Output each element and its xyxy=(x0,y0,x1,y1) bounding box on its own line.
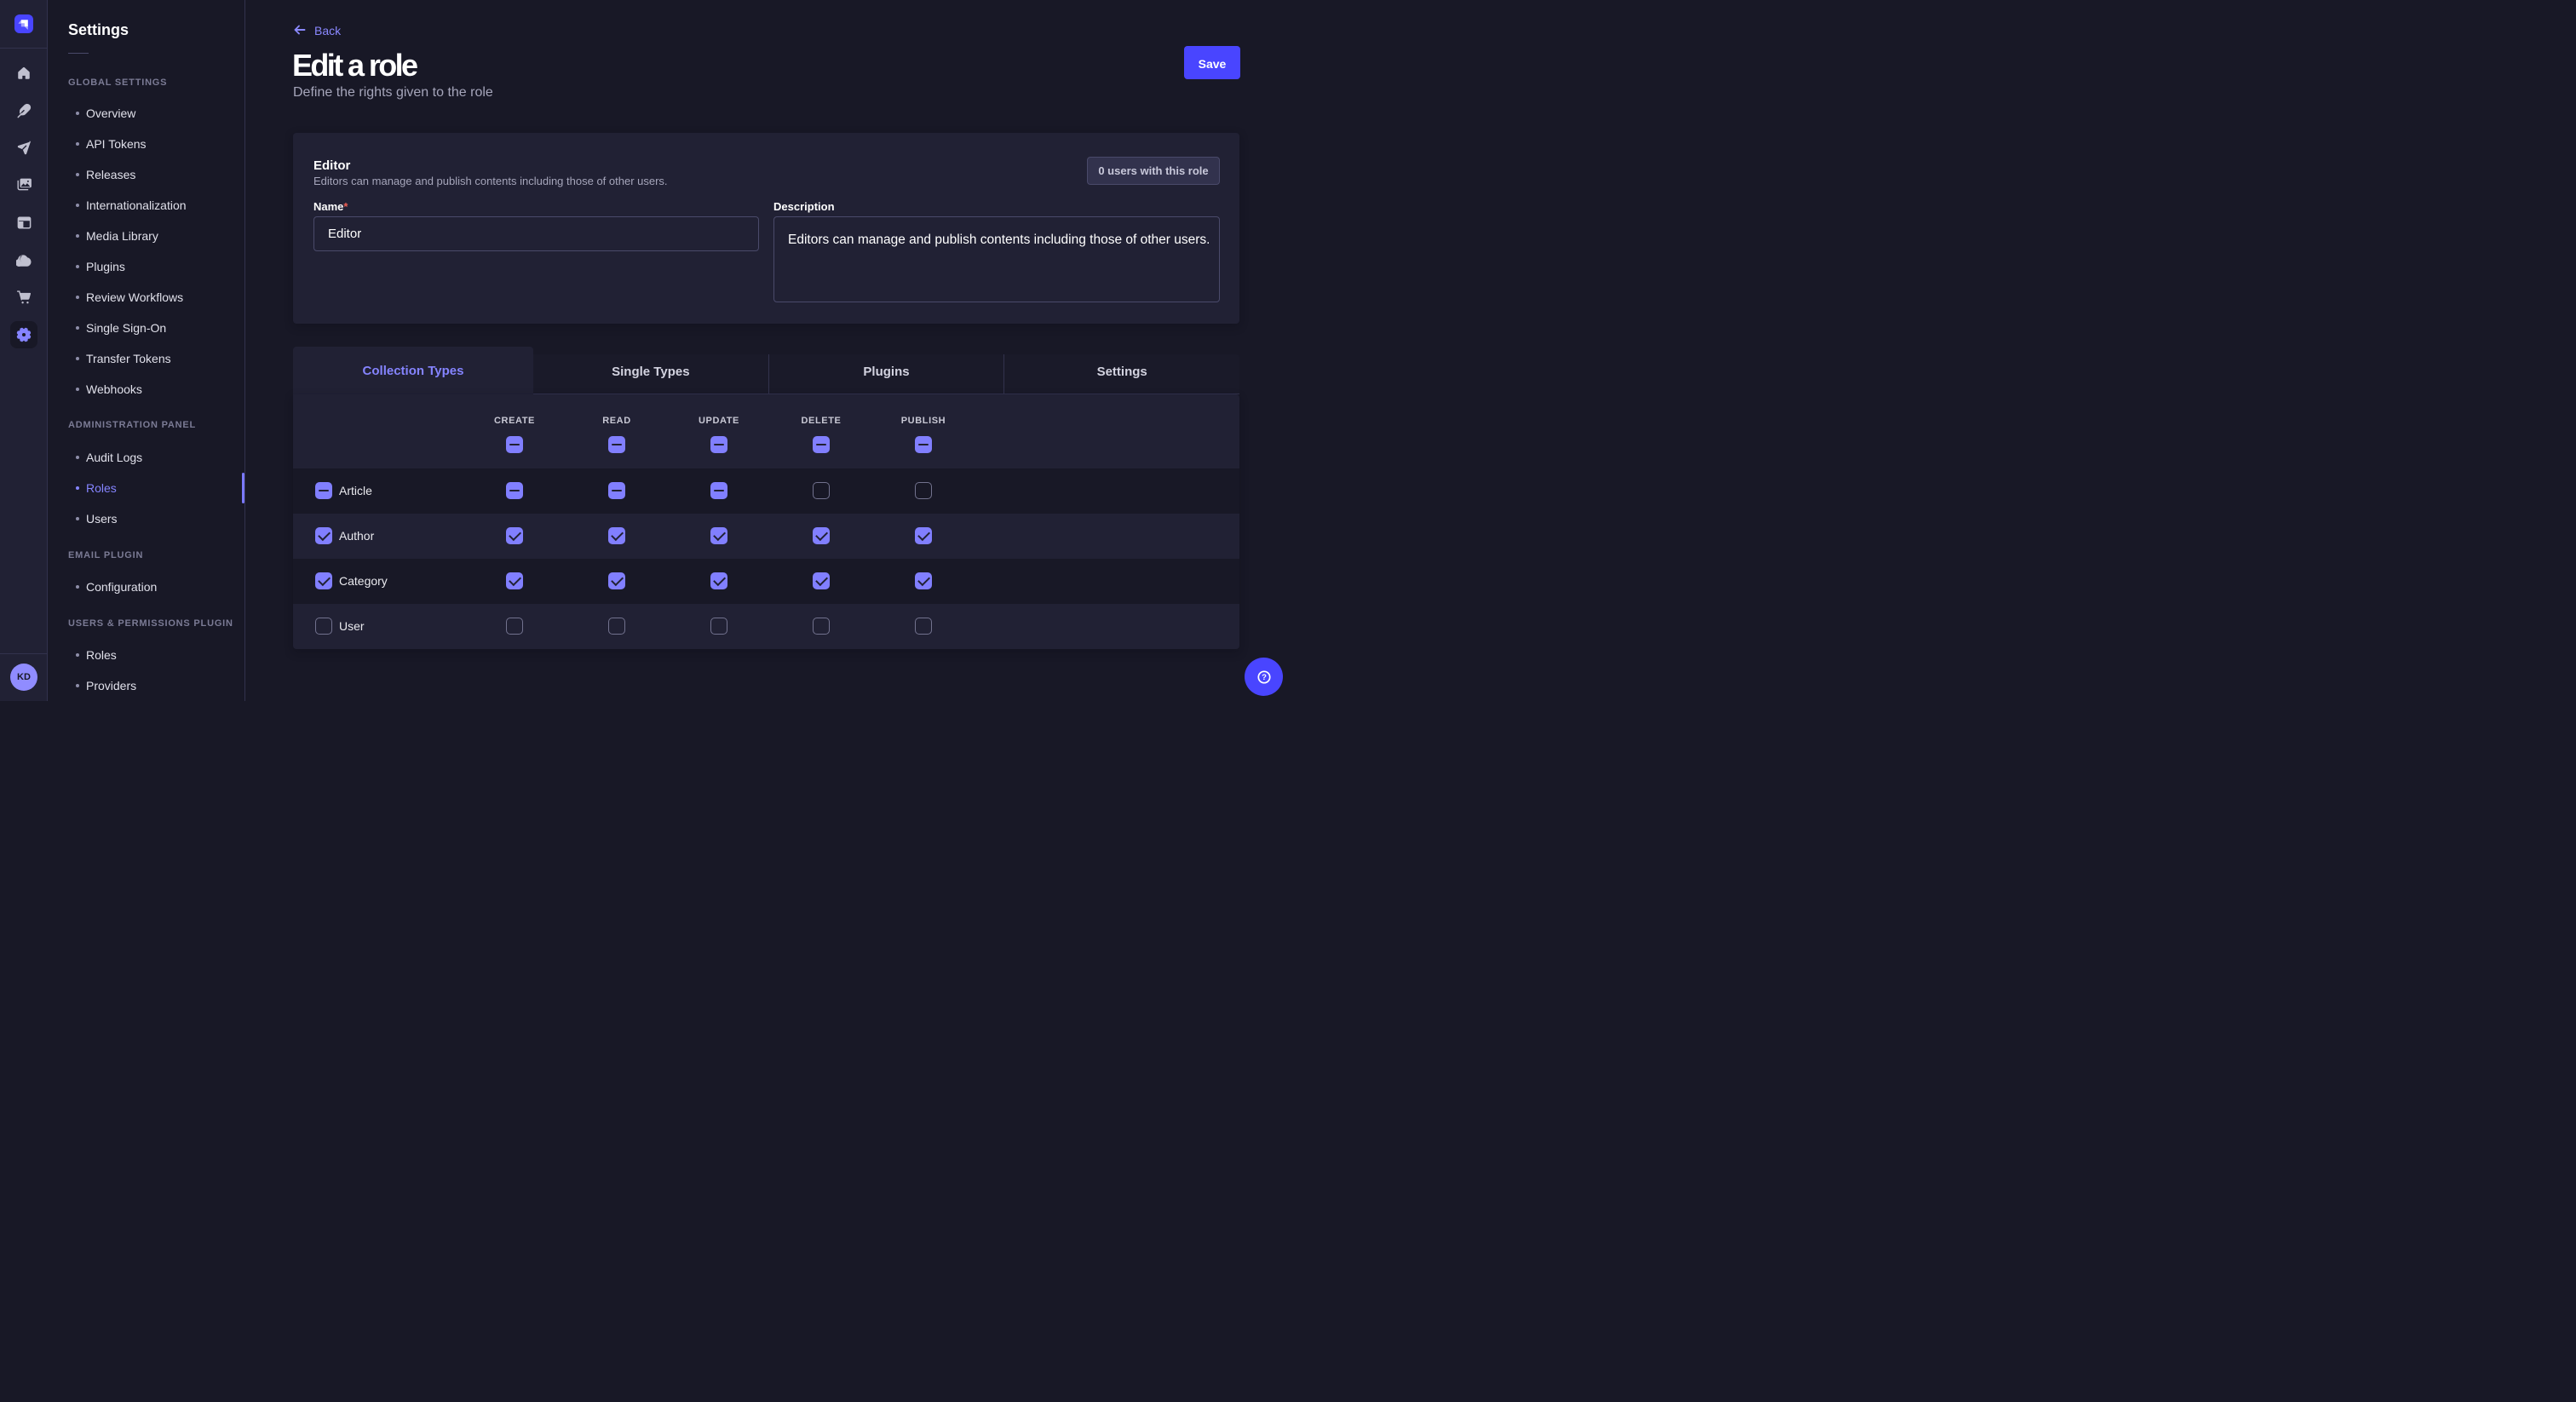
svg-text:?: ? xyxy=(1262,673,1267,682)
